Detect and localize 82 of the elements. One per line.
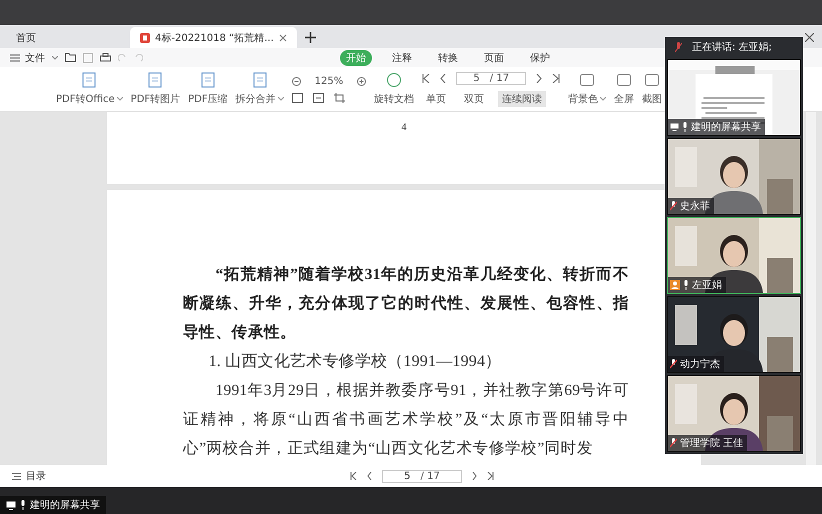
frame-icon (616, 72, 632, 88)
view-mode-button[interactable]: 连续阅读 (498, 90, 546, 106)
frame-icon (579, 72, 596, 88)
zoom-in-icon[interactable] (357, 76, 366, 86)
document-icon (147, 72, 164, 88)
toolbar-button[interactable]: 拆分合并 (236, 72, 284, 106)
caret-icon (278, 97, 284, 102)
document-icon (200, 72, 216, 88)
previous-icon[interactable] (367, 472, 372, 480)
toolbar-button[interactable]: PDF转图片 (130, 72, 180, 106)
microphone-icon (20, 500, 26, 510)
paragraph: “拓荒精神”随着学校31年的历史沿革几经变化、转折而不断凝练、升华，充分体现了它的时代性、发展性、包容性、指导性、传承性。 (183, 264, 629, 343)
fit-width-icon[interactable] (292, 92, 303, 102)
muted-microphone-icon (670, 438, 677, 448)
caret-icon (116, 97, 123, 102)
toolbar-button[interactable]: PDF压缩 (188, 72, 228, 106)
screen-icon (670, 123, 679, 131)
previous-icon[interactable] (440, 74, 446, 82)
toolbar-button[interactable]: 截图 (642, 72, 662, 106)
last-page-icon[interactable] (552, 74, 560, 82)
muted-microphone-icon (670, 201, 677, 211)
page-field[interactable]: 5 / 17 (382, 470, 462, 482)
microphone-icon (682, 122, 688, 132)
next-icon[interactable] (536, 74, 542, 82)
zoom-level[interactable]: 125% (310, 76, 348, 86)
next-icon[interactable] (472, 472, 477, 480)
ribbon-tab[interactable]: 转换 (432, 50, 464, 66)
video-tile[interactable]: 史永菲 (667, 138, 801, 215)
close-icon[interactable] (278, 34, 287, 42)
screen-icon (6, 500, 16, 510)
toolbar-button[interactable]: 全屏 (614, 72, 634, 106)
document-icon (81, 72, 98, 88)
video-tile[interactable]: 建明的屏幕共享 (667, 59, 801, 136)
participant-name: 管理学院 王佳 (680, 436, 744, 450)
microphone-icon (683, 280, 689, 290)
caret-icon (600, 97, 606, 102)
crop-icon[interactable] (334, 92, 345, 102)
ribbon-tab[interactable]: 注释 (386, 50, 418, 66)
ribbon-tab[interactable]: 保护 (524, 50, 556, 66)
participant-name: 动力宁杰 (680, 358, 720, 371)
muted-microphone-icon (675, 42, 682, 52)
muted-microphone-icon (670, 359, 677, 369)
video-tile[interactable]: 管理学院 王佳 (667, 375, 801, 452)
file-menu[interactable]: 文件 (25, 50, 45, 64)
list-icon (12, 472, 21, 480)
folder-icon[interactable] (65, 53, 76, 62)
zoom-out-icon[interactable] (292, 76, 301, 86)
new-tab-icon[interactable] (304, 32, 316, 43)
view-mode-button[interactable]: 双页 (460, 90, 488, 106)
rotate-button[interactable]: 旋转文档 (374, 72, 414, 106)
participant-name: 建明的屏幕共享 (691, 120, 761, 134)
ribbon-tab[interactable]: 页面 (478, 50, 510, 66)
view-mode-button[interactable]: 单页 (422, 90, 450, 106)
participant-name: 左亚娟 (692, 279, 722, 292)
print-icon[interactable] (100, 52, 111, 62)
caret-icon (52, 56, 58, 60)
video-tile[interactable]: 左亚娟 (667, 217, 801, 294)
paragraph: 1991年3月29日，根据并教委序号91，并社教字第69号许可证精神，将原“山西省书画艺术学校”及“太原市晋阳辅导中心”两校合并，正式组建为“山西文化艺术专修学校”同时发 (183, 380, 629, 459)
paragraph: 1. 山西文化艺术专修学校（1991—1994） (208, 352, 502, 372)
share-label: 建明的屏幕共享 (30, 498, 100, 512)
rotate-icon (386, 72, 402, 88)
frame-icon (644, 72, 660, 88)
participant-name: 史永菲 (680, 200, 710, 213)
toolbar-button[interactable]: 背景色 (568, 72, 606, 106)
host-icon (670, 280, 680, 290)
video-tile[interactable]: 动力宁杰 (667, 296, 801, 373)
page-number: 4 (402, 122, 406, 134)
last-page-icon[interactable] (487, 472, 494, 480)
first-page-icon[interactable] (422, 74, 430, 82)
document-tab[interactable]: 4标-20221018 “拓荒精... (130, 27, 297, 48)
pdf-file-icon (140, 32, 150, 42)
close-icon[interactable] (805, 33, 814, 42)
page-field[interactable]: 5 / 17 (456, 72, 526, 84)
scrollbar[interactable] (806, 112, 816, 465)
fit-page-icon[interactable] (312, 92, 324, 102)
first-page-icon[interactable] (350, 472, 357, 480)
menu-icon[interactable] (10, 54, 20, 62)
document-tab[interactable]: 首页 (8, 27, 44, 48)
document-icon (252, 72, 268, 88)
speaker-status: 正在讲话: 左亚娟; (692, 40, 772, 54)
toc-button[interactable]: 目录 (26, 469, 46, 483)
toolbar-button[interactable]: PDF转Office (56, 72, 123, 106)
